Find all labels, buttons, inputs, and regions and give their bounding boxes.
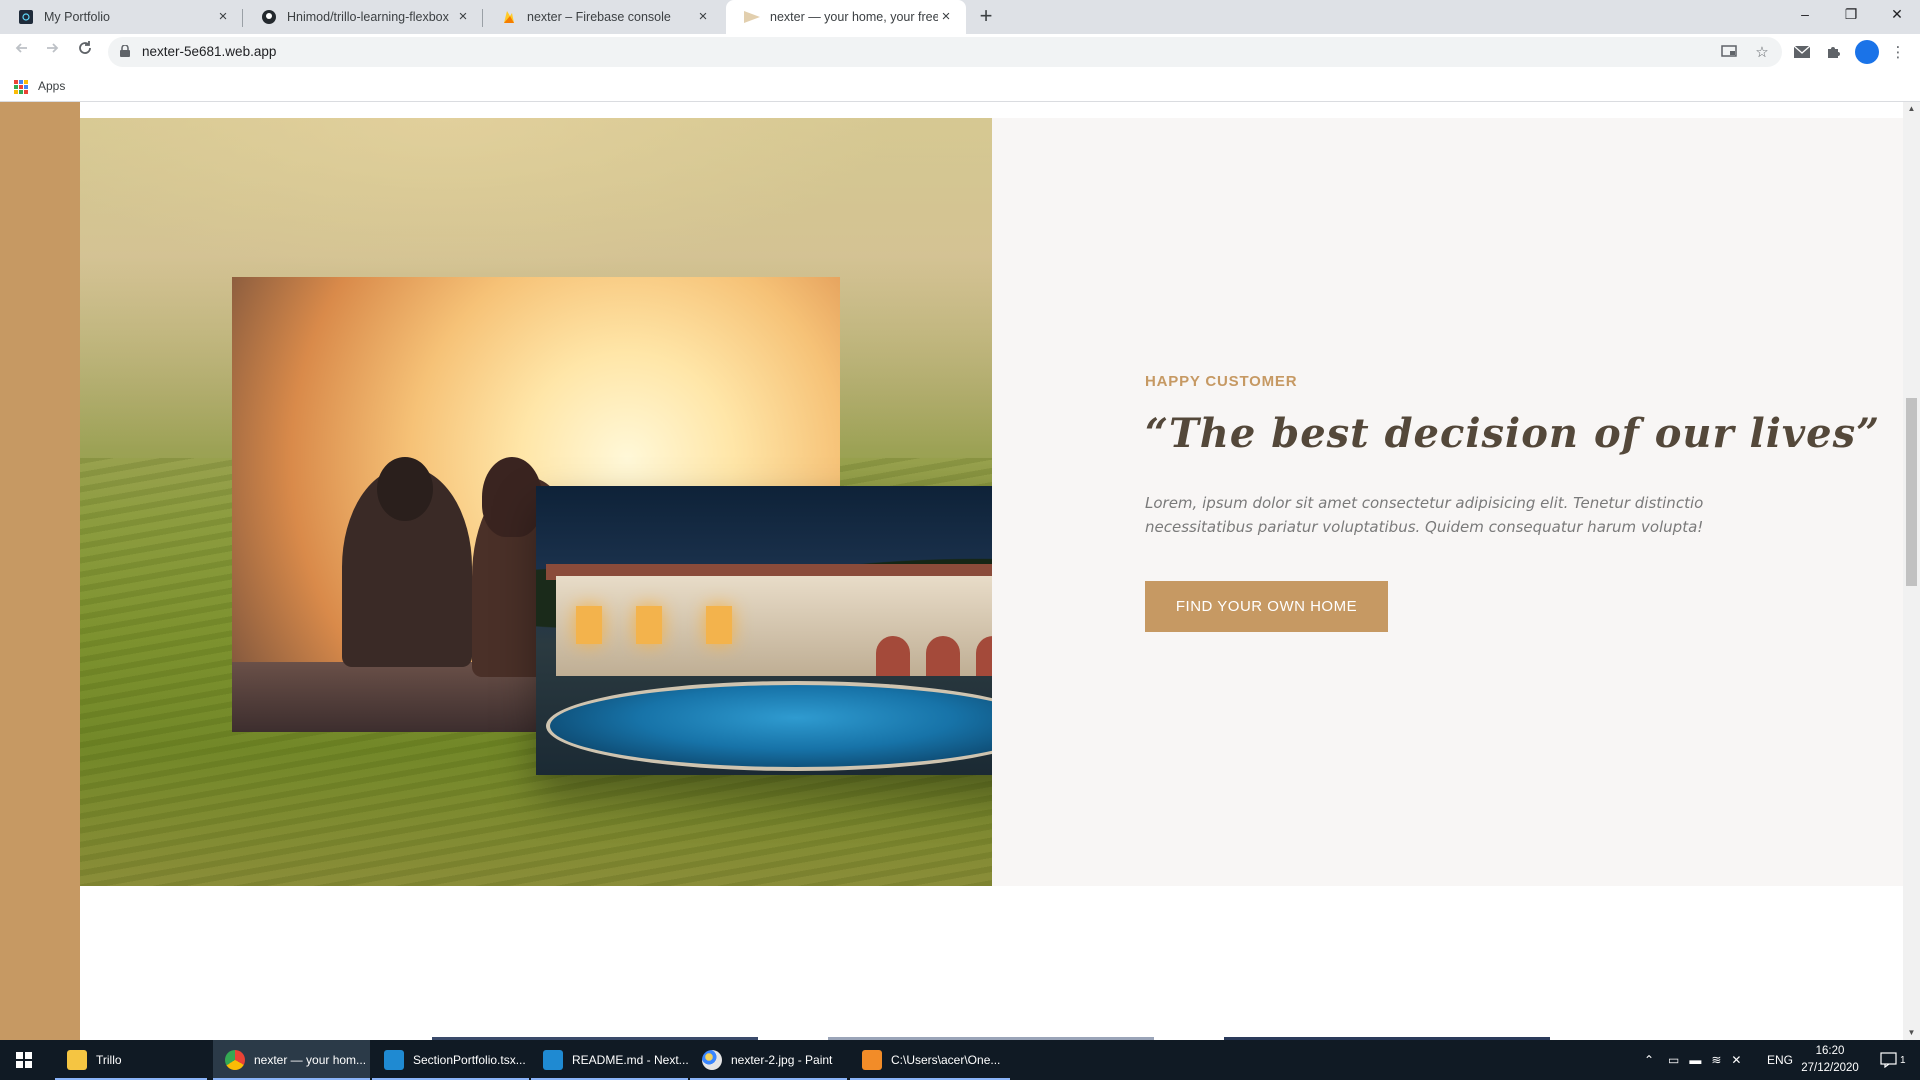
vscode-icon (384, 1050, 404, 1070)
sublime-icon (862, 1050, 882, 1070)
find-home-button[interactable]: Find your own home (1145, 581, 1388, 632)
story-subheading: Happy Customer (1145, 373, 1298, 390)
tab-title: My Portfolio (44, 10, 110, 24)
tab-title: nexter – Firebase console (527, 10, 671, 24)
address-bar[interactable]: nexter-5e681.web.app (108, 37, 1782, 67)
firebase-icon (501, 9, 517, 25)
forward-button[interactable] (40, 40, 64, 64)
tab-strip: My Portfolio × Hnimod/trillo-learning-fl… (0, 0, 1920, 34)
extensions-puzzle-icon[interactable] (1821, 40, 1845, 64)
start-button[interactable] (0, 1040, 48, 1080)
bookmark-star-icon[interactable]: ☆ (1750, 40, 1774, 64)
clock[interactable]: 16:20 27/12/2020 (1790, 1043, 1870, 1077)
tab-nexter-active[interactable]: nexter — your home, your freedom × (726, 0, 966, 34)
story-content: Happy Customer “The best decision of our… (992, 118, 1903, 886)
portfolio-favicon-icon (18, 9, 34, 25)
clock-date: 27/12/2020 (1801, 1062, 1859, 1074)
restore-button[interactable]: ❐ (1828, 0, 1874, 30)
show-hidden-icons-button[interactable]: ⌃ (1644, 1040, 1654, 1080)
mail-extension-icon[interactable] (1790, 40, 1814, 64)
tab-close-icon[interactable]: × (938, 9, 954, 25)
notifications-icon (1880, 1052, 1897, 1068)
sidebar-strip (0, 102, 80, 1040)
reload-icon (79, 41, 91, 54)
reload-button[interactable] (73, 40, 97, 64)
tab-title: nexter — your home, your freedom (770, 10, 938, 24)
forward-arrow-icon (47, 43, 59, 53)
bookmarks-bar: Apps (0, 70, 1920, 102)
meet-now-icon[interactable]: ▭ (1668, 1053, 1679, 1067)
page-viewport: Happy Customer “The best decision of our… (0, 102, 1920, 1040)
apps-bookmark[interactable]: Apps (38, 79, 65, 93)
taskbar-item-paint[interactable]: nexter-2.jpg - Paint (690, 1040, 847, 1080)
wifi-icon[interactable]: ≋ (1711, 1053, 1721, 1067)
windows-taskbar: Trillo nexter — your hom... SectionPortf… (0, 1040, 1920, 1080)
page-scrollbar[interactable]: ▲ ▼ (1903, 102, 1920, 1040)
scroll-up-arrow-icon[interactable]: ▲ (1903, 102, 1920, 116)
windows-logo-icon (16, 1052, 32, 1068)
back-button[interactable] (10, 40, 34, 64)
profile-avatar[interactable] (1855, 40, 1879, 64)
taskbar-item-vscode-section[interactable]: SectionPortfolio.tsx... (372, 1040, 529, 1080)
scroll-down-arrow-icon[interactable]: ▼ (1903, 1026, 1920, 1040)
tab-close-icon[interactable]: × (455, 9, 471, 25)
house-image (536, 486, 1060, 775)
new-tab-button[interactable]: + (974, 5, 998, 29)
url-text: nexter-5e681.web.app (142, 44, 277, 59)
scrollbar-thumb[interactable] (1906, 398, 1917, 586)
taskbar-item-trillo[interactable]: Trillo (55, 1040, 207, 1080)
tab-github[interactable]: Hnimod/trillo-learning-flexbox × (243, 0, 483, 34)
cast-icon[interactable] (1717, 40, 1741, 64)
tab-my-portfolio[interactable]: My Portfolio × (0, 0, 243, 34)
paint-icon (702, 1050, 722, 1070)
back-arrow-icon (15, 43, 27, 53)
clock-time: 16:20 (1815, 1045, 1845, 1057)
taskbar-item-chrome[interactable]: nexter — your hom... (213, 1040, 370, 1080)
close-window-button[interactable]: ✕ (1874, 0, 1920, 30)
lock-icon (120, 45, 130, 57)
story-heading: “The best decision of our lives” (1145, 410, 1881, 457)
tab-firebase[interactable]: nexter – Firebase console × (483, 0, 723, 34)
chrome-menu-icon[interactable]: ⋮ (1886, 40, 1910, 64)
battery-icon[interactable]: ▬ (1689, 1053, 1701, 1067)
chrome-icon (225, 1050, 245, 1070)
folder-icon (67, 1050, 87, 1070)
minimize-button[interactable]: – (1782, 0, 1828, 30)
notification-count: 1 (1900, 1054, 1906, 1066)
volume-muted-icon[interactable]: ✕ (1731, 1053, 1741, 1067)
tray-icons: ▭ ▬ ≋ ✕ (1668, 1040, 1741, 1080)
tab-close-icon[interactable]: × (215, 9, 231, 25)
chevron-up-icon: ⌃ (1644, 1053, 1655, 1067)
browser-toolbar: nexter-5e681.web.app ☆ ⋮ (0, 34, 1920, 70)
github-icon (261, 9, 277, 25)
story-text: Lorem, ipsum dolor sit amet consectetur … (1145, 494, 1704, 536)
tab-title: Hnimod/trillo-learning-flexbox (287, 10, 449, 24)
vscode-icon (543, 1050, 563, 1070)
nexter-favicon-icon (744, 9, 760, 25)
taskbar-item-sublime[interactable]: C:\Users\acer\One... (850, 1040, 1010, 1080)
action-center-button[interactable]: 1 (1880, 1040, 1906, 1080)
tab-close-icon[interactable]: × (695, 9, 711, 25)
apps-grid-icon[interactable] (14, 80, 28, 94)
taskbar-item-vscode-readme[interactable]: README.md - Next... (531, 1040, 689, 1080)
